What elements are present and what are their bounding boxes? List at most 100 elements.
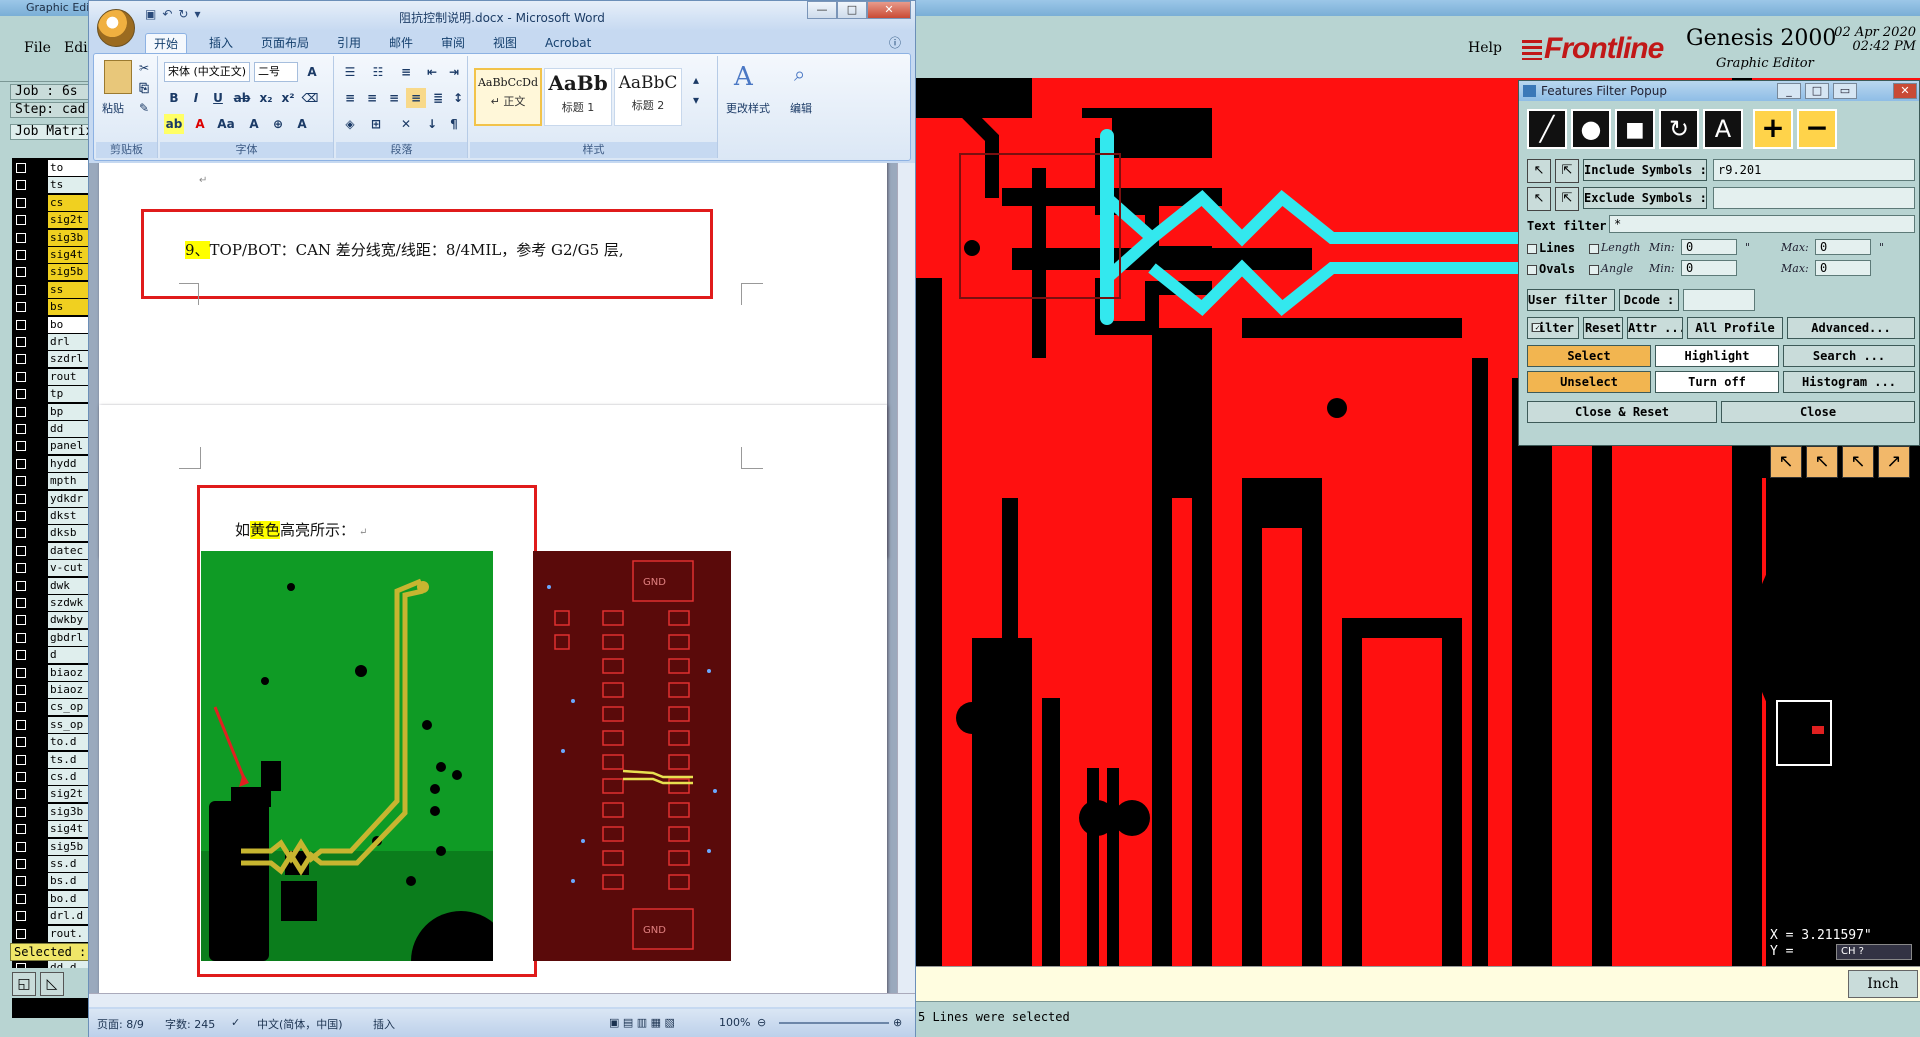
tab-view[interactable]: 视图 <box>485 33 525 53</box>
layer-checkbox[interactable] <box>16 859 26 869</box>
grow-font-icon[interactable]: A <box>302 62 322 82</box>
histogram-button[interactable]: Histogram ... <box>1783 371 1915 393</box>
popup-maximize-icon[interactable]: □ <box>1805 83 1829 99</box>
char-shading-icon[interactable]: A <box>244 114 264 134</box>
popup-minimize-icon[interactable]: _ <box>1777 83 1801 99</box>
angle-min-input[interactable]: 0 <box>1681 260 1737 276</box>
numbering-icon[interactable]: ☷ <box>368 62 388 82</box>
zoom-in-icon[interactable]: ⊕ <box>893 1016 902 1029</box>
zoom-level[interactable]: 100% <box>719 1016 750 1029</box>
layer-checkbox[interactable] <box>16 458 26 469</box>
polarity-positive-icon[interactable]: + <box>1753 109 1793 149</box>
advanced-button[interactable]: Advanced... <box>1787 317 1915 339</box>
phonetic-icon[interactable]: A <box>292 114 312 134</box>
style-heading-1[interactable]: AaBb 标题 1 <box>544 68 612 126</box>
sort-icon[interactable]: ↓ <box>422 114 442 134</box>
pointer-move-icon[interactable]: ↖ <box>1842 446 1874 478</box>
format-painter-icon[interactable]: ✎ <box>134 98 154 118</box>
decrease-indent-icon[interactable]: ⇤ <box>422 62 442 82</box>
layer-row[interactable]: tp <box>12 386 90 403</box>
layer-row[interactable]: to <box>12 160 90 176</box>
italic-icon[interactable]: I <box>186 88 206 108</box>
exclude-symbols-input[interactable] <box>1713 187 1915 209</box>
layer-checkbox[interactable] <box>16 528 26 539</box>
pointer-add-icon[interactable]: ↗ <box>1878 446 1910 478</box>
chinese-layout-icon[interactable]: ✕ <box>396 114 416 134</box>
layer-row[interactable]: ts.d <box>12 751 90 768</box>
angle-max-input[interactable]: 0 <box>1815 260 1871 276</box>
layer-row[interactable]: mpth <box>12 473 90 490</box>
styles-scroll-down-icon[interactable]: ▾ <box>686 90 706 110</box>
layer-row[interactable]: biaoz <box>12 664 90 681</box>
tab-insert[interactable]: 插入 <box>201 33 241 53</box>
layer-checkbox[interactable] <box>16 876 26 887</box>
cut-icon[interactable]: ✂ <box>134 58 154 78</box>
filter-line-icon[interactable]: ╱ <box>1527 109 1567 149</box>
word-count[interactable]: 字数: 245 <box>165 1016 215 1032</box>
exclude-popup-icon[interactable]: ⇱ <box>1555 187 1579 211</box>
layer-row[interactable]: drl <box>12 334 90 350</box>
layer-row[interactable]: ss_op <box>12 716 90 733</box>
layer-checkbox[interactable] <box>16 441 26 452</box>
layer-checkbox[interactable] <box>16 841 26 852</box>
layer-row[interactable]: bs <box>12 299 90 316</box>
pointer-select-icon[interactable]: ↖ <box>1806 446 1838 478</box>
close-button[interactable]: Close <box>1721 401 1915 423</box>
layer-checkbox[interactable] <box>16 737 26 748</box>
include-popup-icon[interactable]: ⇱ <box>1555 159 1579 183</box>
layer-row[interactable]: d <box>12 647 90 664</box>
language-indicator[interactable]: 中文(简体，中国) <box>257 1016 343 1032</box>
layer-checkbox[interactable] <box>16 371 26 382</box>
layer-checkbox[interactable] <box>16 267 26 278</box>
layer-row[interactable]: sig2t <box>12 212 90 229</box>
text-filter-input[interactable]: * <box>1609 215 1915 233</box>
layer-checkbox[interactable] <box>16 615 26 626</box>
layer-row[interactable]: szdwk <box>12 595 90 611</box>
popup-titlebar[interactable]: Features Filter Popup _ □ ▭ ✕ <box>1519 81 1919 101</box>
show-marks-icon[interactable]: ¶ <box>444 114 464 134</box>
find-icon[interactable]: ⌕ <box>794 62 805 86</box>
shading-icon[interactable]: ◈ <box>340 114 360 134</box>
layer-checkbox[interactable] <box>16 824 26 835</box>
enclose-char-icon[interactable]: ⊕ <box>268 114 288 134</box>
ime-toolbar[interactable]: CH ? <box>1836 944 1912 960</box>
layer-row[interactable]: gbdrl <box>12 629 90 646</box>
pcb-image-top-layer[interactable] <box>201 551 493 961</box>
tab-page-layout[interactable]: 页面布局 <box>253 33 317 53</box>
layer-checkbox[interactable] <box>16 650 26 661</box>
unselect-button[interactable]: Unselect <box>1527 371 1651 393</box>
change-styles-icon[interactable]: A <box>734 62 753 92</box>
bullets-icon[interactable]: ☰ <box>340 62 360 82</box>
dcode-input[interactable] <box>1683 289 1755 311</box>
layer-row[interactable]: bo <box>12 316 90 333</box>
superscript-icon[interactable]: x² <box>278 88 298 108</box>
layer-checkbox[interactable] <box>16 302 26 313</box>
all-profile-dropdown[interactable]: All Profile <box>1687 317 1783 339</box>
distributed-icon[interactable]: ≣ <box>428 88 448 108</box>
layer-row[interactable]: drl.d <box>12 908 90 925</box>
item-9-text[interactable]: 9、TOP/BOT：CAN 差分线宽/线距：8/4MIL，参考 G2/G5 层, <box>185 239 624 260</box>
layer-row[interactable]: sig3b <box>12 803 90 820</box>
menu-help[interactable]: Help <box>1468 40 1502 56</box>
job-field[interactable]: Job : 6s <box>10 84 90 100</box>
user-filter-button[interactable]: User filter ... <box>1527 289 1615 311</box>
styles-scroll-up-icon[interactable]: ▴ <box>686 70 706 90</box>
layer-checkbox[interactable] <box>16 545 26 556</box>
units-button[interactable]: Inch <box>1848 970 1918 998</box>
paste-icon[interactable] <box>104 60 132 94</box>
layer-checkbox[interactable] <box>16 667 26 678</box>
include-symbols-input[interactable]: r9.201 <box>1713 159 1915 181</box>
layer-row[interactable]: dkst <box>12 508 90 524</box>
layer-row[interactable]: to.d <box>12 734 90 751</box>
layer-checkbox[interactable] <box>16 337 26 347</box>
mini-map[interactable] <box>1776 700 1832 766</box>
layer-checkbox[interactable] <box>16 406 26 417</box>
layer-checkbox[interactable] <box>16 511 26 521</box>
attr-button[interactable]: Attr ... <box>1627 317 1683 339</box>
exclude-symbols-button[interactable]: Exclude Symbols : <box>1583 187 1707 209</box>
layer-checkbox[interactable] <box>16 476 26 487</box>
tab-review[interactable]: 审阅 <box>433 33 473 53</box>
layer-row[interactable]: cs.d <box>12 769 90 785</box>
borders-icon[interactable]: ⊞ <box>366 114 386 134</box>
layer-checkbox[interactable] <box>16 580 26 591</box>
